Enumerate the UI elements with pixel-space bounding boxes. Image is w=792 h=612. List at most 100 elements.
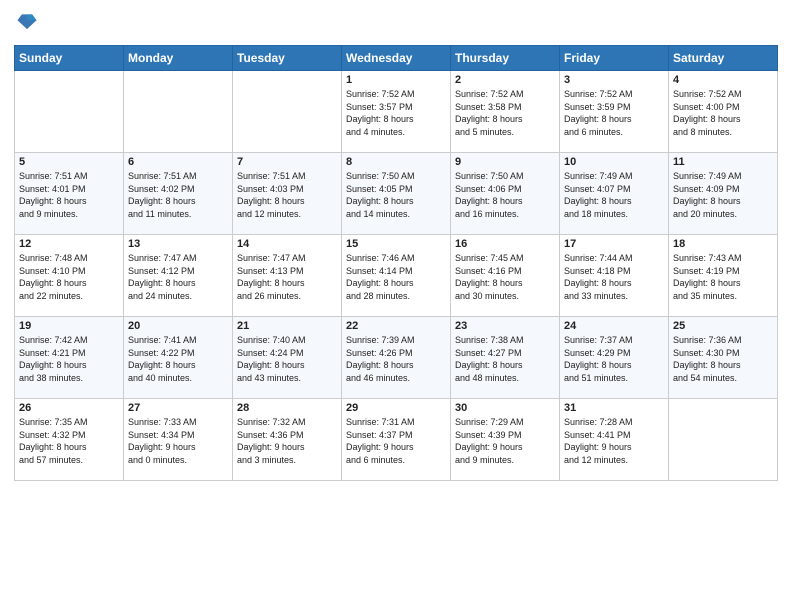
calendar-cell: 31 Sunrise: 7:28 AM Sunset: 4:41 PM Dayli… (560, 399, 669, 481)
day-number: 18 (673, 238, 773, 250)
page: SundayMondayTuesdayWednesdayThursdayFrid… (0, 0, 792, 612)
day-info: Sunrise: 7:32 AM Sunset: 4:36 PM Dayligh… (237, 416, 337, 466)
calendar-cell: 7Sunrise: 7:51 AM Sunset: 4:03 PM Daylig… (233, 153, 342, 235)
day-number: 24 (564, 320, 664, 332)
weekday-header-saturday: Saturday (669, 46, 778, 71)
day-info: Sunrise: 7:52 AM Sunset: 4:00 PM Dayligh… (673, 88, 773, 138)
day-number: 5 (19, 156, 119, 168)
calendar-table: SundayMondayTuesdayWednesdayThursdayFrid… (14, 45, 778, 481)
calendar-cell: 1 Sunrise: 7:52 AM Sunset: 3:57 PM Daylig… (342, 71, 451, 153)
day-info: Sunrise: 7:40 AM Sunset: 4:24 PM Dayligh… (237, 334, 337, 384)
day-number: 15 (346, 238, 446, 250)
day-info: Sunrise: 7:48 AM Sunset: 4:10 PM Dayligh… (19, 252, 119, 302)
day-info: Sunrise: 7:38 AM Sunset: 4:27 PM Dayligh… (455, 334, 555, 384)
calendar-cell: 8 Sunrise: 7:50 AM Sunset: 4:05 PM Daylig… (342, 153, 451, 235)
calendar-cell (233, 71, 342, 153)
calendar-cell: 13 Sunrise: 7:47 AM Sunset: 4:12 PM Dayli… (124, 235, 233, 317)
day-number: 30 (455, 402, 555, 414)
calendar-cell: 29Sunrise: 7:31 AM Sunset: 4:37 PM Dayli… (342, 399, 451, 481)
day-info: Sunrise: 7:28 AM Sunset: 4:41 PM Dayligh… (564, 416, 664, 466)
calendar-cell: 19 Sunrise: 7:42 AM Sunset: 4:21 PM Dayli… (15, 317, 124, 399)
day-info: Sunrise: 7:41 AM Sunset: 4:22 PM Dayligh… (128, 334, 228, 384)
day-info: Sunrise: 7:42 AM Sunset: 4:21 PM Dayligh… (19, 334, 119, 384)
day-info: Sunrise: 7:46 AM Sunset: 4:14 PM Dayligh… (346, 252, 446, 302)
day-number: 16 (455, 238, 555, 250)
day-number: 22 (346, 320, 446, 332)
day-info: Sunrise: 7:51 AM Sunset: 4:02 PM Dayligh… (128, 170, 228, 220)
day-info: Sunrise: 7:49 AM Sunset: 4:07 PM Dayligh… (564, 170, 664, 220)
day-info: Sunrise: 7:36 AM Sunset: 4:30 PM Dayligh… (673, 334, 773, 384)
day-info: Sunrise: 7:50 AM Sunset: 4:06 PM Dayligh… (455, 170, 555, 220)
day-number: 31 (564, 402, 664, 414)
calendar-cell: 25 Sunrise: 7:36 AM Sunset: 4:30 PM Dayli… (669, 317, 778, 399)
day-info: Sunrise: 7:29 AM Sunset: 4:39 PM Dayligh… (455, 416, 555, 466)
day-number: 1 (346, 74, 446, 86)
day-info: Sunrise: 7:35 AM Sunset: 4:32 PM Dayligh… (19, 416, 119, 466)
calendar-cell: 24 Sunrise: 7:37 AM Sunset: 4:29 PM Dayli… (560, 317, 669, 399)
day-info: Sunrise: 7:33 AM Sunset: 4:34 PM Dayligh… (128, 416, 228, 466)
day-number: 9 (455, 156, 555, 168)
calendar-cell: 26 Sunrise: 7:35 AM Sunset: 4:32 PM Dayli… (15, 399, 124, 481)
calendar-cell: 28 Sunrise: 7:32 AM Sunset: 4:36 PM Dayli… (233, 399, 342, 481)
day-number: 19 (19, 320, 119, 332)
calendar-cell (669, 399, 778, 481)
day-info: Sunrise: 7:39 AM Sunset: 4:26 PM Dayligh… (346, 334, 446, 384)
weekday-header-row: SundayMondayTuesdayWednesdayThursdayFrid… (15, 46, 778, 71)
logo (14, 10, 38, 37)
calendar-cell: 23 Sunrise: 7:38 AM Sunset: 4:27 PM Dayli… (451, 317, 560, 399)
calendar-cell: 2Sunrise: 7:52 AM Sunset: 3:58 PM Daylig… (451, 71, 560, 153)
day-info: Sunrise: 7:31 AM Sunset: 4:37 PM Dayligh… (346, 416, 446, 466)
weekday-header-sunday: Sunday (15, 46, 124, 71)
logo-icon (16, 10, 38, 32)
calendar-cell: 9 Sunrise: 7:50 AM Sunset: 4:06 PM Daylig… (451, 153, 560, 235)
day-number: 20 (128, 320, 228, 332)
day-number: 7 (237, 156, 337, 168)
day-number: 13 (128, 238, 228, 250)
day-number: 25 (673, 320, 773, 332)
calendar-cell (15, 71, 124, 153)
day-number: 10 (564, 156, 664, 168)
day-number: 26 (19, 402, 119, 414)
calendar-cell: 6 Sunrise: 7:51 AM Sunset: 4:02 PM Daylig… (124, 153, 233, 235)
day-number: 11 (673, 156, 773, 168)
day-number: 27 (128, 402, 228, 414)
day-number: 2 (455, 74, 555, 86)
calendar-cell: 4Sunrise: 7:52 AM Sunset: 4:00 PM Daylig… (669, 71, 778, 153)
calendar-week-5: 26 Sunrise: 7:35 AM Sunset: 4:32 PM Dayli… (15, 399, 778, 481)
calendar-cell: 5 Sunrise: 7:51 AM Sunset: 4:01 PM Daylig… (15, 153, 124, 235)
calendar-cell: 12Sunrise: 7:48 AM Sunset: 4:10 PM Dayli… (15, 235, 124, 317)
calendar-cell: 3 Sunrise: 7:52 AM Sunset: 3:59 PM Daylig… (560, 71, 669, 153)
calendar-cell: 17 Sunrise: 7:44 AM Sunset: 4:18 PM Dayli… (560, 235, 669, 317)
calendar-cell: 16Sunrise: 7:45 AM Sunset: 4:16 PM Dayli… (451, 235, 560, 317)
calendar-cell: 11 Sunrise: 7:49 AM Sunset: 4:09 PM Dayli… (669, 153, 778, 235)
day-number: 14 (237, 238, 337, 250)
day-number: 17 (564, 238, 664, 250)
calendar-cell: 30 Sunrise: 7:29 AM Sunset: 4:39 PM Dayli… (451, 399, 560, 481)
day-info: Sunrise: 7:47 AM Sunset: 4:12 PM Dayligh… (128, 252, 228, 302)
day-info: Sunrise: 7:37 AM Sunset: 4:29 PM Dayligh… (564, 334, 664, 384)
weekday-header-friday: Friday (560, 46, 669, 71)
calendar-cell: 15 Sunrise: 7:46 AM Sunset: 4:14 PM Dayli… (342, 235, 451, 317)
day-info: Sunrise: 7:51 AM Sunset: 4:01 PM Dayligh… (19, 170, 119, 220)
calendar-week-2: 5 Sunrise: 7:51 AM Sunset: 4:01 PM Daylig… (15, 153, 778, 235)
day-number: 28 (237, 402, 337, 414)
day-number: 8 (346, 156, 446, 168)
header (14, 10, 778, 37)
day-info: Sunrise: 7:44 AM Sunset: 4:18 PM Dayligh… (564, 252, 664, 302)
day-number: 6 (128, 156, 228, 168)
day-info: Sunrise: 7:49 AM Sunset: 4:09 PM Dayligh… (673, 170, 773, 220)
day-number: 23 (455, 320, 555, 332)
calendar-cell: 27 Sunrise: 7:33 AM Sunset: 4:34 PM Dayli… (124, 399, 233, 481)
day-info: Sunrise: 7:50 AM Sunset: 4:05 PM Dayligh… (346, 170, 446, 220)
calendar-cell: 21 Sunrise: 7:40 AM Sunset: 4:24 PM Dayli… (233, 317, 342, 399)
calendar-cell: 20 Sunrise: 7:41 AM Sunset: 4:22 PM Dayli… (124, 317, 233, 399)
calendar-week-3: 12Sunrise: 7:48 AM Sunset: 4:10 PM Dayli… (15, 235, 778, 317)
day-number: 21 (237, 320, 337, 332)
calendar-cell (124, 71, 233, 153)
weekday-header-thursday: Thursday (451, 46, 560, 71)
calendar-cell: 22 Sunrise: 7:39 AM Sunset: 4:26 PM Dayli… (342, 317, 451, 399)
day-info: Sunrise: 7:52 AM Sunset: 3:57 PM Dayligh… (346, 88, 446, 138)
day-number: 3 (564, 74, 664, 86)
day-info: Sunrise: 7:52 AM Sunset: 3:59 PM Dayligh… (564, 88, 664, 138)
weekday-header-monday: Monday (124, 46, 233, 71)
